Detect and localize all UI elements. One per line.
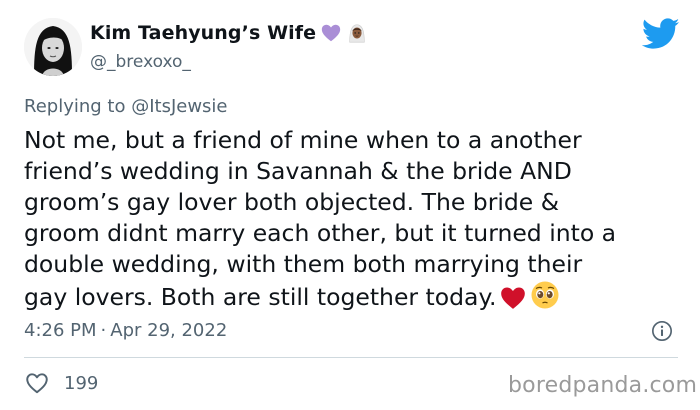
person-with-veil-icon <box>349 24 365 43</box>
twitter-bird-icon[interactable] <box>642 18 680 50</box>
like-count: 199 <box>64 372 99 394</box>
user-handle[interactable]: @_brexoxo_ <box>90 52 191 72</box>
display-name[interactable]: Kim Taehyung’s Wife <box>90 22 316 44</box>
tweet-date: Apr 29, 2022 <box>110 320 228 341</box>
tweet-line: friend’s wedding in Savannah & the bride… <box>24 157 572 185</box>
avatar-illustration <box>24 18 82 76</box>
avatar[interactable] <box>24 18 82 76</box>
replying-to: Replying to @ItsJewsie <box>24 96 228 117</box>
name-row: Kim Taehyung’s Wife <box>90 22 368 44</box>
tweet-line: double wedding, with them both marrying … <box>24 250 583 278</box>
tweet-line: gay lovers. Both are still together toda… <box>24 283 497 311</box>
tweet-line: Not me, but a friend of mine when to a a… <box>24 126 582 154</box>
like-button[interactable]: 199 <box>24 370 98 396</box>
divider <box>24 357 678 358</box>
pleading-face-icon <box>531 281 559 309</box>
tweet-last-line: gay lovers. Both are still together toda… <box>24 280 684 313</box>
red-heart-icon <box>501 287 526 309</box>
heart-outline-icon <box>26 373 48 394</box>
info-icon[interactable] <box>651 320 673 342</box>
tweet-text: Not me, but a friend of mine when to a a… <box>24 125 684 313</box>
tweet-line: groom’s gay lover both objected. The bri… <box>24 188 560 216</box>
tweet-time: 4:26 PM <box>24 320 97 341</box>
reply-mention-link[interactable]: @ItsJewsie <box>131 96 227 117</box>
purple-heart-icon <box>321 24 341 42</box>
meta-separator: · <box>100 320 107 341</box>
tweet-timestamp[interactable]: 4:26 PM · Apr 29, 2022 <box>24 320 227 341</box>
replying-prefix: Replying to <box>24 96 132 117</box>
tweet-card: Kim Taehyung’s Wife @_brexoxo_ Replying … <box>0 0 700 410</box>
watermark: boredpanda.com <box>508 373 698 398</box>
tweet-line: groom didnt marry each other, but it tur… <box>24 219 617 247</box>
